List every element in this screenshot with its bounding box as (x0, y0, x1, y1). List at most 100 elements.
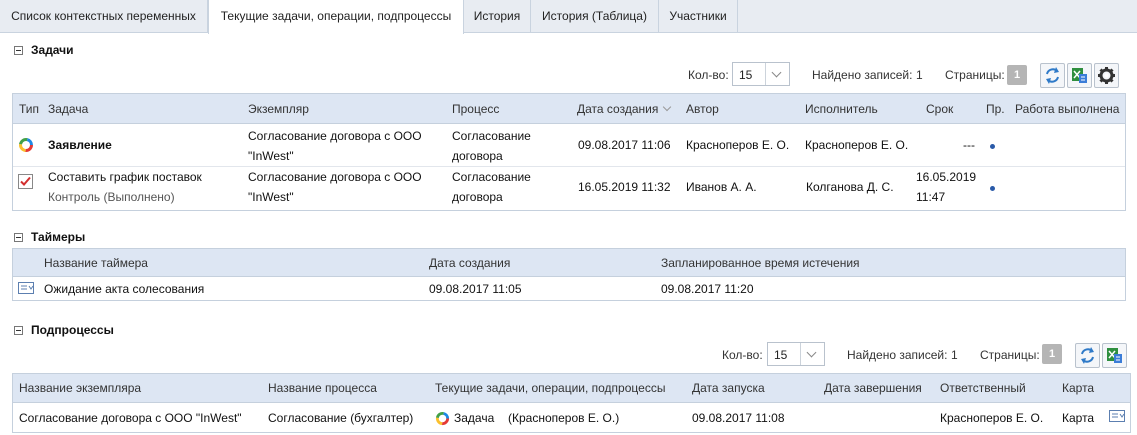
current-task-link[interactable]: Задача (454, 408, 494, 428)
col-process[interactable]: Процесс (452, 102, 499, 116)
process-name: договора (452, 149, 503, 163)
executor-link[interactable]: Колганова Д. С. (806, 177, 894, 197)
found-count: 1 (951, 348, 958, 362)
collapse-icon[interactable] (14, 326, 23, 335)
col-process-name[interactable]: Название процесса (268, 381, 377, 395)
col-created[interactable]: Дата создания (577, 102, 672, 116)
col-author[interactable]: Автор (686, 102, 719, 116)
col-instance[interactable]: Экземпляр (248, 102, 309, 116)
page-number[interactable]: 1 (1042, 344, 1062, 364)
col-priority[interactable]: Пр. (986, 102, 1005, 116)
chevron-down-icon (800, 343, 824, 365)
col-instance-name[interactable]: Название экземпляра (19, 381, 141, 395)
process-name: Согласование (452, 129, 531, 143)
col-responsible[interactable]: Ответственный (940, 381, 1026, 395)
settings-button[interactable] (1094, 63, 1119, 88)
process-name: договора (452, 190, 503, 204)
refresh-icon (1081, 347, 1094, 364)
executor-link[interactable]: Красноперов Е. О. (805, 135, 908, 155)
pages-label: Страницы: (980, 348, 1040, 362)
tab-participants[interactable]: Участники (659, 0, 738, 33)
subprocesses-table: Название экземпляра Название процесса Те… (12, 373, 1131, 433)
task-link[interactable]: Заявление (48, 135, 112, 155)
refresh-button[interactable] (1040, 63, 1065, 88)
collapse-icon[interactable] (14, 46, 23, 55)
current-task-person[interactable]: (Красноперов Е. О.) (508, 408, 619, 428)
col-task[interactable]: Задача (48, 102, 88, 116)
col-timer-name[interactable]: Название таймера (44, 256, 148, 270)
instance-link[interactable]: "InWest" (248, 187, 294, 207)
author-link[interactable]: Красноперов Е. О. (686, 135, 789, 155)
excel-export-icon (1072, 68, 1087, 83)
due-date: --- (963, 138, 975, 152)
priority-dot (990, 144, 995, 149)
section-title-tasks: Задачи (31, 43, 74, 57)
gear-icon (1098, 67, 1115, 84)
timers-table: Название таймера Дата создания Запланиро… (12, 248, 1126, 301)
export-excel-button[interactable] (1102, 343, 1127, 368)
process-ring-icon (435, 411, 450, 426)
table-header: Название экземпляра Название процесса Те… (13, 374, 1130, 403)
tab-history-table[interactable]: История (Таблица) (531, 0, 659, 33)
found-count: 1 (916, 68, 923, 82)
table-row[interactable]: Составить график поставок Контроль (Выпо… (13, 167, 1125, 210)
page-number[interactable]: 1 (1007, 65, 1027, 85)
timer-card-icon (18, 282, 34, 294)
col-finished[interactable]: Дата завершения (824, 381, 922, 395)
pages-label: Страницы: (945, 68, 1005, 82)
export-excel-button[interactable] (1067, 63, 1092, 88)
map-link[interactable]: Карта (1062, 408, 1094, 428)
task-link[interactable]: Составить график поставок (48, 167, 202, 187)
timer-created: 09.08.2017 11:05 (429, 282, 522, 296)
found-label: Найдено записей: (847, 348, 948, 362)
timer-name: Ожидание акта солесования (44, 282, 205, 296)
started-date: 09.08.2017 11:08 (692, 411, 785, 425)
count-label: Кол-во: (688, 68, 729, 82)
table-header: Название таймера Дата создания Запланиро… (13, 249, 1125, 277)
tasks-table: Тип Задача Экземпляр Процесс Дата создан… (12, 93, 1126, 211)
refresh-icon (1046, 67, 1059, 84)
details-card-icon[interactable] (1109, 410, 1125, 422)
created-date: 16.05.2019 11:32 (578, 180, 671, 194)
created-date: 09.08.2017 11:06 (578, 138, 671, 152)
refresh-button[interactable] (1075, 343, 1100, 368)
page-size-select[interactable]: 15 (732, 62, 790, 86)
instance-link[interactable]: "InWest" (248, 146, 294, 166)
col-executor[interactable]: Исполнитель (805, 102, 878, 116)
table-row[interactable]: Заявление Согласование договора с ООО "I… (13, 125, 1125, 167)
col-type: Тип (19, 102, 40, 116)
count-label: Кол-во: (722, 348, 763, 362)
chevron-down-icon (765, 63, 789, 85)
col-started[interactable]: Дата запуска (692, 381, 765, 395)
checkbox-checked-icon (18, 174, 33, 189)
instance-link[interactable]: Согласование договора с ООО (248, 167, 422, 187)
col-current-tasks[interactable]: Текущие задачи, операции, подпроцессы (435, 381, 665, 395)
section-title-subprocesses: Подпроцессы (31, 323, 114, 337)
due-date: 16.05.2019 (916, 170, 977, 184)
table-row[interactable]: Ожидание акта солесования 09.08.2017 11:… (13, 278, 1125, 301)
tab-history[interactable]: История (464, 0, 531, 33)
page-size-select[interactable]: 15 (767, 342, 825, 366)
tab-context-variables[interactable]: Список контекстных переменных (0, 0, 208, 33)
col-due[interactable]: Срок (926, 102, 953, 116)
priority-dot (990, 186, 995, 191)
section-title-timers: Таймеры (31, 230, 86, 244)
col-timer-scheduled[interactable]: Запланированное время истечения (661, 256, 860, 270)
process-ring-icon (19, 138, 33, 152)
due-time: 11:47 (916, 190, 946, 204)
author-link[interactable]: Иванов А. А. (686, 177, 757, 197)
col-map[interactable]: Карта (1062, 381, 1094, 395)
timer-scheduled: 09.08.2017 11:20 (661, 282, 754, 296)
tab-current-tasks[interactable]: Текущие задачи, операции, подпроцессы (208, 0, 464, 34)
table-row[interactable]: Согласование договора с ООО "InWest" Сог… (13, 404, 1130, 432)
excel-export-icon (1107, 348, 1122, 363)
tab-bar: Список контекстных переменных Текущие за… (0, 0, 1137, 34)
instance-link[interactable]: Согласование договора с ООО (248, 126, 422, 146)
collapse-icon[interactable] (14, 233, 23, 242)
instance-link[interactable]: Согласование договора с ООО "InWest" (19, 408, 242, 428)
col-done[interactable]: Работа выполнена (1015, 102, 1119, 116)
responsible-link[interactable]: Красноперов Е. О. (940, 408, 1043, 428)
process-name: Согласование (бухгалтер) (268, 411, 414, 425)
sort-desc-icon (663, 102, 672, 112)
col-timer-created[interactable]: Дата создания (429, 256, 510, 270)
